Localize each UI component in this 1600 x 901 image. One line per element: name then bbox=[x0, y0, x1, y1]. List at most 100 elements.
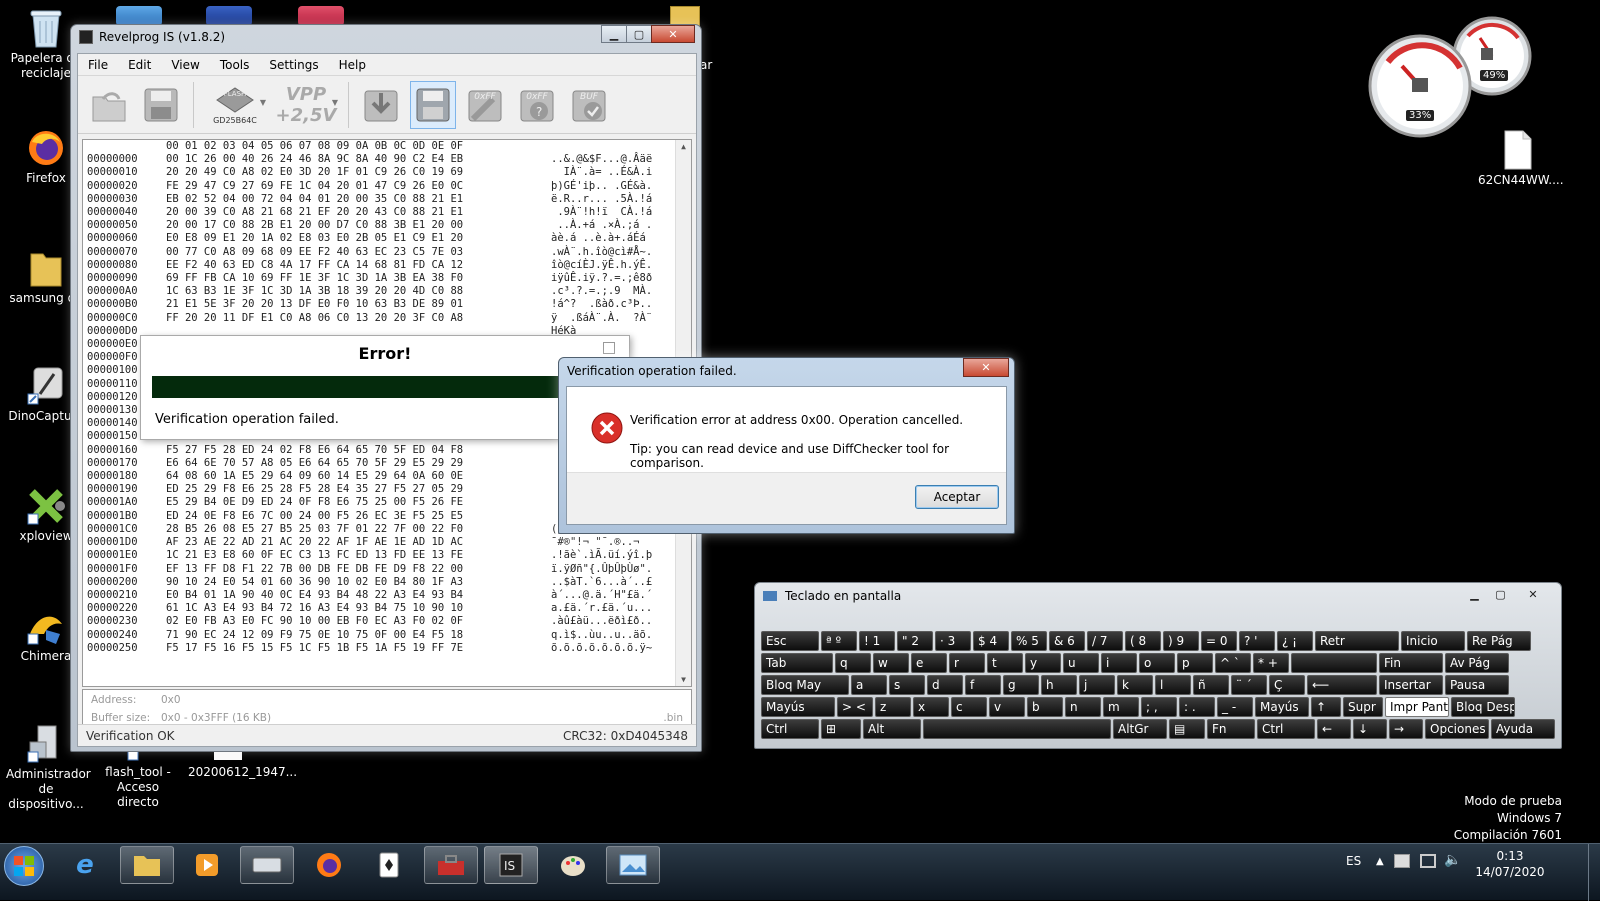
keyboard-key[interactable]: ↓ bbox=[1353, 719, 1387, 739]
keyboard-key[interactable]: t bbox=[987, 653, 1023, 673]
taskbar-toolbox[interactable] bbox=[424, 846, 478, 884]
hex-row[interactable]: 00000070 00 77 C0 A8 09 68 09 EE F2 40 63… bbox=[83, 246, 691, 259]
hex-row[interactable]: 00000050 20 00 17 C0 88 2B E1 20 00 D7 C0… bbox=[83, 219, 691, 232]
keyboard-key[interactable]: AltGr bbox=[1113, 719, 1167, 739]
keyboard-key[interactable] bbox=[923, 719, 1111, 739]
hex-row[interactable]: 00000080 EE F2 40 63 ED C8 4A 17 FF CA 14… bbox=[83, 259, 691, 272]
keyboard-key[interactable]: i bbox=[1101, 653, 1137, 673]
panel-checkbox[interactable] bbox=[603, 342, 615, 354]
keyboard-key[interactable]: = 0 bbox=[1201, 631, 1237, 651]
keyboard-key[interactable]: j bbox=[1079, 675, 1115, 695]
keyboard-key[interactable]: a bbox=[851, 675, 887, 695]
keyboard-key[interactable]: w bbox=[873, 653, 909, 673]
taskbar-ie[interactable]: e bbox=[58, 846, 112, 884]
keyboard-key[interactable]: Supr bbox=[1343, 697, 1383, 717]
keyboard-key[interactable]: Retr bbox=[1315, 631, 1399, 651]
keyboard-key[interactable]: Pausa bbox=[1445, 675, 1509, 695]
hex-row[interactable]: 00000240 71 90 EC 24 12 09 F9 75 0E 10 75… bbox=[83, 629, 691, 642]
scroll-down-icon[interactable]: ▼ bbox=[676, 673, 691, 686]
hex-row[interactable]: 000000C0 FF 20 20 11 DF E1 C0 A8 06 C0 13… bbox=[83, 312, 691, 325]
scroll-up-icon[interactable]: ▲ bbox=[676, 140, 691, 153]
taskbar-revelprog[interactable]: IS bbox=[484, 846, 538, 884]
keyboard-titlebar[interactable]: Teclado en pantalla bbox=[755, 583, 1561, 609]
keyboard-key[interactable]: r bbox=[949, 653, 985, 673]
keyboard-key[interactable]: c bbox=[951, 697, 987, 717]
keyboard-key[interactable]: o bbox=[1139, 653, 1175, 673]
taskbar-media-player[interactable] bbox=[180, 846, 234, 884]
hex-row[interactable]: 00000210 E0 B4 01 1A 90 40 0C E4 93 B4 48… bbox=[83, 589, 691, 602]
partial-app-icon[interactable] bbox=[206, 6, 252, 26]
keyboard-key[interactable]: h bbox=[1041, 675, 1077, 695]
chip-select-button[interactable]: FLASH GD25B64C ▼ bbox=[203, 81, 267, 129]
taskbar-photo-viewer[interactable] bbox=[606, 846, 660, 884]
keyboard-key[interactable]: / 7 bbox=[1087, 631, 1123, 651]
keyboard-key[interactable]: ▤ bbox=[1169, 719, 1205, 739]
keyboard-key[interactable]: ↑ bbox=[1311, 697, 1341, 717]
chevron-down-icon[interactable]: ▼ bbox=[260, 98, 266, 107]
menu-file[interactable]: File bbox=[78, 58, 118, 72]
volume-icon[interactable]: 🔈 bbox=[1444, 852, 1461, 868]
keyboard-key[interactable]: ? ' bbox=[1239, 631, 1275, 651]
keyboard-key[interactable]: p bbox=[1177, 653, 1213, 673]
hex-row[interactable]: 000001F0 EF 13 FF D8 F1 22 7B 00 DB FE DB… bbox=[83, 563, 691, 576]
vpp-select-button[interactable]: VPP +2,5V ▼ bbox=[273, 81, 339, 129]
taskbar-onscreen-keyboard[interactable] bbox=[240, 846, 294, 884]
minimize-button[interactable]: ▁ bbox=[601, 25, 627, 43]
erase-chip-button[interactable]: 0xFF bbox=[462, 81, 508, 129]
hex-row[interactable]: 00000060 E0 E8 09 E1 20 1A 02 E8 03 E0 2B… bbox=[83, 232, 691, 245]
keyboard-key[interactable]: Alt bbox=[863, 719, 921, 739]
keyboard-key[interactable]: ( 8 bbox=[1125, 631, 1161, 651]
keyboard-key[interactable]: b bbox=[1027, 697, 1063, 717]
hex-row[interactable]: 00000010 20 20 49 C0 A8 02 E0 3D 20 1F 01… bbox=[83, 166, 691, 179]
network-icon[interactable] bbox=[1420, 854, 1436, 868]
blank-check-button[interactable]: ? 0xFF bbox=[514, 81, 560, 129]
keyboard-key[interactable]: ¨ ´ bbox=[1231, 675, 1267, 695]
maximize-button[interactable]: ▢ bbox=[1487, 585, 1514, 603]
keyboard-key[interactable]: * + bbox=[1253, 653, 1289, 673]
keyboard-key[interactable]: g bbox=[1003, 675, 1039, 695]
maximize-button[interactable]: ▢ bbox=[626, 25, 652, 43]
keyboard-key[interactable]: Fin bbox=[1379, 653, 1443, 673]
hex-row[interactable]: 00000040 20 00 39 C0 A8 21 68 21 EF 20 20… bbox=[83, 206, 691, 219]
clock[interactable]: 0:13 14/07/2020 bbox=[1470, 848, 1550, 880]
keyboard-key[interactable]: ⊞ bbox=[821, 719, 861, 739]
keyboard-key[interactable]: s bbox=[889, 675, 925, 695]
keyboard-key[interactable]: % 5 bbox=[1011, 631, 1047, 651]
keyboard-key[interactable]: ! 1 bbox=[859, 631, 895, 651]
taskbar-firefox[interactable] bbox=[302, 846, 356, 884]
hex-row[interactable]: 00000200 90 10 24 E0 54 01 60 36 90 10 02… bbox=[83, 576, 691, 589]
hex-row[interactable]: 00000220 61 1C A3 E4 93 B4 72 16 A3 E4 93… bbox=[83, 602, 691, 615]
verify-buffer-button[interactable]: BUF bbox=[566, 81, 612, 129]
keyboard-key[interactable]: z bbox=[875, 697, 911, 717]
keyboard-key[interactable]: n bbox=[1065, 697, 1101, 717]
hex-row[interactable]: 000000B0 21 E1 5E 3F 20 20 13 DF E0 F0 10… bbox=[83, 298, 691, 311]
language-indicator[interactable]: ES bbox=[1346, 854, 1361, 868]
keyboard-key[interactable]: Fn bbox=[1207, 719, 1255, 739]
keyboard-key[interactable]: ) 9 bbox=[1163, 631, 1199, 651]
hex-row[interactable]: 00000250 F5 17 F5 16 F5 15 F5 1C F5 1B F5… bbox=[83, 642, 691, 655]
taskbar-solitaire[interactable] bbox=[362, 846, 416, 884]
keyboard-key[interactable]: Mayús bbox=[1255, 697, 1309, 717]
dialog-titlebar[interactable]: Verification operation failed. bbox=[559, 358, 1014, 383]
keyboard-key[interactable]: Inicio bbox=[1401, 631, 1465, 651]
keyboard-key[interactable]: · 3 bbox=[935, 631, 971, 651]
keyboard-key[interactable]: ; , bbox=[1141, 697, 1177, 717]
keyboard-key[interactable]: y bbox=[1025, 653, 1061, 673]
chevron-down-icon[interactable]: ▼ bbox=[332, 98, 338, 107]
close-button[interactable]: ✕ bbox=[1513, 585, 1553, 603]
hex-row[interactable]: 00000090 69 FF FB CA 10 69 FF 1E 3F 1C 3D… bbox=[83, 272, 691, 285]
keyboard-key[interactable]: → bbox=[1389, 719, 1423, 739]
keyboard-key[interactable]: e bbox=[911, 653, 947, 673]
write-chip-button[interactable] bbox=[410, 80, 456, 129]
keyboard-key[interactable]: $ 4 bbox=[973, 631, 1009, 651]
hex-row[interactable]: 00000000 00 1C 26 00 40 26 24 46 8A 9C 8A… bbox=[83, 153, 691, 166]
keyboard-key[interactable]: ⟵ bbox=[1307, 675, 1377, 695]
hex-row[interactable]: 00000020 FE 29 47 C9 27 69 FE 1C 04 20 01… bbox=[83, 180, 691, 193]
partial-app-icon[interactable] bbox=[116, 6, 162, 26]
action-center-icon[interactable] bbox=[1394, 854, 1410, 868]
ok-button[interactable]: Aceptar bbox=[915, 485, 999, 509]
hex-row[interactable]: 000001E0 1C 21 E3 E8 60 0F EC C3 13 FC ED… bbox=[83, 549, 691, 562]
keyboard-key[interactable]: ^ ` bbox=[1215, 653, 1251, 673]
keyboard-key[interactable]: q bbox=[835, 653, 871, 673]
hex-row[interactable]: 00000030 EB 02 52 04 00 72 04 04 01 20 00… bbox=[83, 193, 691, 206]
